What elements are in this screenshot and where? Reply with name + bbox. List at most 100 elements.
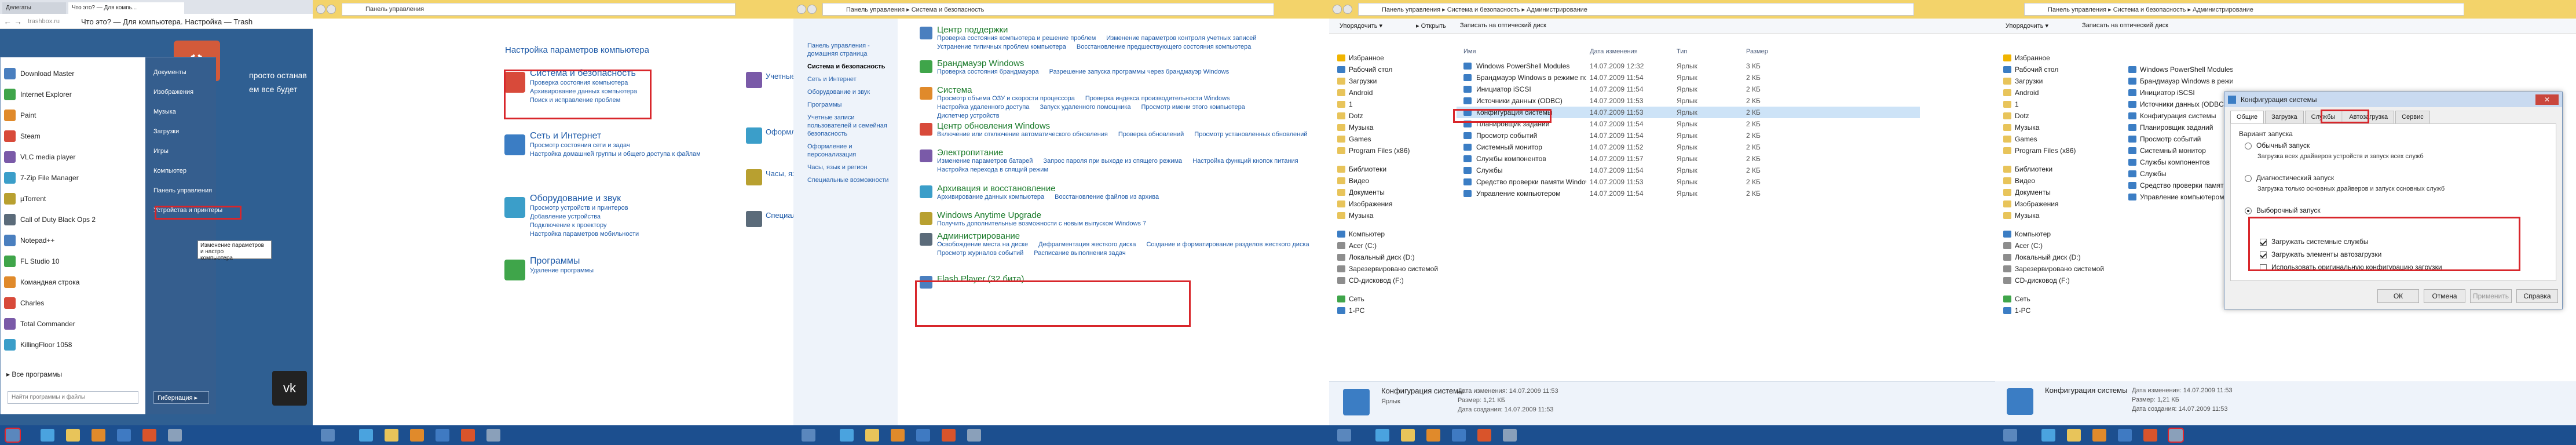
nav-tree-item[interactable]: Библиотеки [1337,163,1447,175]
nav-tree-item[interactable]: 1 [1337,99,1447,110]
burn-button[interactable]: Записать на оптический диск [2082,22,2168,29]
taskbar-folder-icon[interactable] [1401,429,1415,442]
file-row[interactable]: Просмотр событий 14.07.2009 11:54 Ярлык 2 К… [1457,130,1920,141]
nav-tree-item[interactable]: 1 [2003,99,2113,110]
section-title[interactable]: Flash Player (32 бита) [937,275,1319,283]
msconfig-tab[interactable]: Службы [2304,111,2342,123]
cp-right-category[interactable]: Учетные з [746,72,793,127]
start-button[interactable] [1337,429,1351,442]
back-button[interactable] [797,5,806,14]
category-title[interactable]: Сеть и Интернет [530,131,709,141]
start-right-item[interactable]: Изображения [145,83,216,103]
nav-tree-item[interactable]: Рабочий стол [2003,64,2113,75]
section-link[interactable]: Расписание выполнения задач [1034,249,1125,258]
nav-tree-item[interactable]: Acer (C:) [2003,240,2113,251]
nav-tree-item[interactable]: Компьютер [1337,228,1447,240]
taskbar-ie-icon[interactable] [359,429,373,442]
category-title[interactable]: Учетные з [766,72,793,81]
startup-option[interactable]: Выборочный запуск [2245,206,2546,214]
nav-tree-item[interactable]: Dotz [2003,110,2113,122]
section-link[interactable]: Получить дополнительные возможности с но… [937,220,1146,228]
start-program-item[interactable]: Notepad++ [4,230,143,251]
section-link[interactable]: Диспетчер устройств [937,112,1000,121]
section-title[interactable]: Брандмауэр Windows [937,59,1319,68]
nav-tree-item[interactable]: Избранное [1337,52,1447,64]
taskbar-app-icon[interactable] [461,429,475,442]
category-link[interactable]: Настройка параметров мобильности [530,230,709,239]
file-row[interactable]: Брандмауэр Windows в режиме повыше... [2128,75,2244,87]
category-link[interactable]: Просмотр состояния сети и задач [530,141,709,150]
section-title[interactable]: Электропитание [937,148,1319,157]
nav-tree-item[interactable]: Видео [2003,175,2113,187]
browser-tab-active[interactable]: Что это? — Для компь... [68,2,184,14]
nav-tree-item[interactable]: 1-PC [1337,305,1447,316]
category-link[interactable]: Добавление устройства [530,213,709,221]
msconfig-tab[interactable]: Автозагрузка [2343,111,2395,123]
file-row[interactable]: Системный монитор 14.07.2009 11:52 Ярлык 2 … [1457,141,1920,153]
nav-tree-item[interactable]: Локальный диск (D:) [2003,251,2113,263]
start-right-item[interactable]: Компьютер [145,162,216,181]
taskbar-ie-icon[interactable] [1375,429,1389,442]
category-title[interactable]: Часы, язы [766,169,793,178]
taskbar-ie-icon[interactable] [840,429,854,442]
section-link[interactable]: Освобождение места на диске [937,240,1028,249]
col-name[interactable]: Имя [1463,48,1476,55]
nav-tree-item[interactable]: Dotz [1337,110,1447,122]
nav-tree-item[interactable]: Документы [1337,187,1447,198]
back-button[interactable] [316,5,325,14]
category-link[interactable]: Подключение к проектору [530,221,709,230]
start-right-item[interactable]: Загрузки [145,122,216,142]
start-right-item[interactable]: Игры [145,142,216,162]
dialog-button[interactable]: Применить [2470,289,2512,303]
taskbar-app-icon[interactable] [117,429,131,442]
open-button[interactable]: ▸ Открыть [1416,22,1446,30]
nav-tree-item[interactable]: Acer (C:) [1337,240,1447,251]
section-title[interactable]: Центр обновления Windows [937,122,1319,130]
file-row[interactable]: Управление компьютером 14.07.2009 11:54 Яр… [1457,188,1920,199]
nav-tree-item[interactable]: Зарезервировано системой [1337,263,1447,275]
nav-tree-item[interactable]: Сеть [2003,293,2113,305]
nav-tree-item[interactable]: Изображения [1337,198,1447,210]
nav-tree-item[interactable]: Изображения [2003,198,2113,210]
forward-button[interactable] [327,5,336,14]
nav-tree-item[interactable]: Музыка [2003,210,2113,221]
section-link[interactable]: Проверка обновлений [1118,130,1184,139]
cp-right-category[interactable]: Специаль [746,211,793,253]
taskbar-app-icon[interactable] [1426,429,1440,442]
section-link[interactable]: Разрешение запуска программы через бранд… [1049,68,1230,76]
section-link[interactable]: Архивирование данных компьютера [937,193,1044,202]
start-button[interactable] [5,428,21,443]
checkbox-icon[interactable] [2260,264,2267,271]
section-link[interactable]: Проверка индекса производительности Wind… [1085,94,1230,103]
all-programs[interactable]: ▸ Все программы [6,370,62,378]
ss-sidebar-item[interactable]: Сеть и Интернет [807,75,894,83]
start-program-item[interactable]: 7-Zip File Manager [4,167,143,188]
vk-icon[interactable]: vk [272,371,307,406]
file-row[interactable]: Брандмауэр Windows в режиме повыше... 14.… [1457,72,1920,83]
category-link[interactable]: Архивирование данных компьютера [530,87,709,96]
col-size[interactable]: Размер [1746,48,1768,55]
nav-tree-item[interactable]: Games [2003,133,2113,145]
category-link[interactable]: Удаление программы [530,267,709,275]
taskbar-app-icon[interactable] [436,429,449,442]
taskbar-app-icon[interactable] [2143,429,2157,442]
section-link[interactable]: Просмотр журналов событий [937,249,1023,258]
category-link[interactable]: Просмотр устройств и принтеров [530,204,709,213]
section-link[interactable]: Проверка состояния компьютера и решение … [937,34,1096,43]
dialog-button[interactable]: Справка [2516,289,2558,303]
taskbar-app-icon[interactable] [2092,429,2106,442]
start-program-item[interactable]: Download Master [4,63,143,84]
back-button[interactable] [1333,5,1342,14]
taskbar-app-icon[interactable] [916,429,930,442]
msconfig-tab[interactable]: Загрузка [2265,111,2304,123]
nav-tree-item[interactable]: Program Files (x86) [2003,145,2113,156]
browser-url[interactable]: trashbox.ru [28,18,60,25]
start-program-item[interactable]: Командная строка [4,272,143,293]
forward-button[interactable] [1343,5,1352,14]
taskbar-app-icon[interactable] [1477,429,1491,442]
checkbox-icon[interactable] [2260,251,2267,258]
file-row[interactable]: Службы компонентов 14.07.2009 11:57 Ярлык 2… [1457,153,1920,165]
shutdown-button[interactable]: Гибернация ▸ [153,391,209,404]
startup-checkbox[interactable]: Загружать элементы автозагрузки [2260,250,2538,263]
nav-tree-item[interactable]: CD-дисковод (F:) [2003,275,2113,286]
